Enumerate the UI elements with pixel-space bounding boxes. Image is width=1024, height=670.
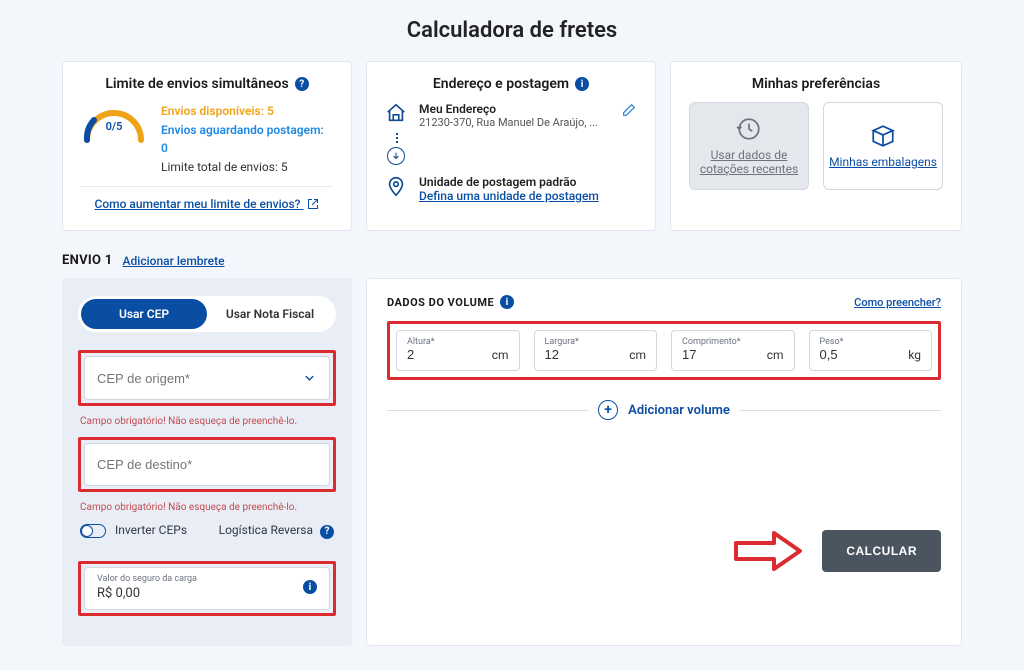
annotation-box: Valor do seguro da carga R$ 0,00 i: [78, 561, 336, 616]
summary-cards: Limite de envios simultâneos ? 0/5 Envio…: [62, 61, 962, 231]
limit-waiting: Envios aguardando postagem: 0: [161, 121, 333, 158]
plus-icon: +: [598, 400, 618, 420]
info-icon[interactable]: i: [303, 580, 317, 594]
insurance-value: R$ 0,00: [97, 586, 197, 601]
peso-label: Peso*: [820, 337, 922, 347]
altura-label: Altura*: [407, 337, 509, 347]
card-limits: Limite de envios simultâneos ? 0/5 Envio…: [62, 61, 352, 231]
invert-ceps-toggle[interactable]: Inverter CEPs: [80, 523, 187, 538]
largura-label: Largura*: [545, 337, 647, 347]
info-icon[interactable]: i: [575, 77, 589, 91]
peso-field[interactable]: Peso* kg: [809, 330, 933, 371]
box-icon: [870, 123, 896, 149]
insurance-field[interactable]: Valor do seguro da carga R$ 0,00 i: [84, 567, 330, 610]
card-limits-title: Limite de envios simultâneos: [105, 76, 288, 92]
limit-available: Envios disponíveis: 5: [161, 102, 333, 121]
history-icon: [736, 116, 762, 142]
cep-origin-field[interactable]: [84, 356, 330, 400]
gauge-value: 0/5: [81, 120, 147, 133]
add-volume-button[interactable]: + Adicionar volume: [387, 400, 941, 420]
recent-quotes-button[interactable]: Usar dados de cotações recentes: [689, 102, 809, 190]
chevron-down-icon[interactable]: [302, 370, 317, 386]
annotation-box: [78, 350, 336, 406]
right-panel: DADOS DO VOLUME i Como preencher? Altura…: [366, 278, 962, 646]
define-post-unit-link[interactable]: Defina uma unidade de postagem: [419, 189, 599, 203]
my-packages-button[interactable]: Minhas embalagens: [823, 102, 943, 190]
peso-unit: kg: [908, 348, 921, 362]
card-preferences-title: Minhas preferências: [689, 76, 943, 92]
cep-dest-error: Campo obrigatório! Não esqueça de preenc…: [80, 502, 334, 513]
my-address-value: 21230-370, Rua Manuel De Araújo, ...: [419, 116, 609, 129]
info-icon[interactable]: ?: [320, 525, 334, 539]
how-to-fill-link[interactable]: Como preencher?: [854, 296, 941, 309]
card-address: Endereço e postagem i Meu Endereço 21230…: [366, 61, 656, 231]
comprimento-input[interactable]: [682, 347, 732, 362]
card-address-title: Endereço e postagem: [433, 76, 569, 92]
largura-field[interactable]: Largura* cm: [534, 330, 658, 371]
volume-title: DADOS DO VOLUME: [387, 296, 494, 309]
info-icon[interactable]: i: [500, 295, 514, 309]
post-unit-label: Unidade de postagem padrão: [419, 175, 599, 189]
altura-input[interactable]: [407, 347, 457, 362]
comprimento-unit: cm: [767, 348, 784, 362]
tab-use-cep[interactable]: Usar CEP: [81, 299, 207, 329]
cep-origin-input[interactable]: [97, 371, 302, 386]
calculate-button[interactable]: CALCULAR: [822, 530, 941, 572]
card-preferences: Minhas preferências Usar dados de cotaçõ…: [670, 61, 962, 231]
annotation-box: [78, 437, 336, 492]
left-panel: Usar CEP Usar Nota Fiscal Campo obrigató…: [62, 278, 352, 646]
add-reminder-link[interactable]: Adicionar lembrete: [123, 254, 225, 268]
reverse-logistics-label: Logística Reversa: [219, 523, 313, 537]
tab-use-nf[interactable]: Usar Nota Fiscal: [207, 299, 333, 329]
peso-input[interactable]: [820, 347, 870, 362]
increase-limit-link[interactable]: Como aumentar meu limite de envios?: [95, 197, 320, 211]
my-address-label: Meu Endereço: [419, 102, 609, 116]
comprimento-field[interactable]: Comprimento* cm: [671, 330, 795, 371]
cep-dest-field[interactable]: [84, 443, 330, 486]
cep-dest-input[interactable]: [97, 457, 317, 472]
info-icon[interactable]: ?: [295, 77, 309, 91]
edit-icon[interactable]: [621, 102, 637, 122]
down-arrow-icon: [387, 147, 405, 165]
altura-field[interactable]: Altura* cm: [396, 330, 520, 371]
envio-label: ENVIO 1: [62, 253, 113, 268]
gauge-icon: 0/5: [81, 102, 147, 144]
altura-unit: cm: [492, 348, 509, 362]
pin-icon: [385, 175, 407, 197]
source-toggle: Usar CEP Usar Nota Fiscal: [78, 296, 336, 332]
comprimento-label: Comprimento*: [682, 337, 784, 347]
annotation-arrow-icon: [734, 531, 804, 571]
limit-total: Limite total de envios: 5: [161, 158, 333, 177]
dotted-connector-icon: [396, 133, 637, 143]
home-icon: [385, 102, 407, 124]
largura-input[interactable]: [545, 347, 595, 362]
page-title: Calculadora de fretes: [62, 18, 962, 43]
annotation-box: Altura* cm Largura* cm: [387, 321, 941, 380]
insurance-label: Valor do seguro da carga: [97, 574, 197, 584]
switch-icon[interactable]: [80, 524, 106, 538]
largura-unit: cm: [629, 348, 646, 362]
cep-origin-error: Campo obrigatório! Não esqueça de preenc…: [80, 416, 334, 427]
